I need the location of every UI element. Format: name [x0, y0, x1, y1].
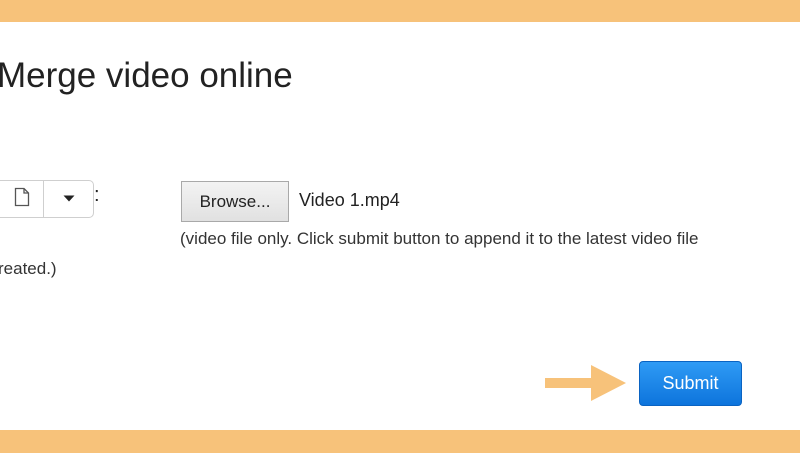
caret-down-icon — [63, 190, 75, 208]
bottom-frame-bar — [0, 430, 800, 453]
field-colon: : — [94, 184, 100, 206]
arrow-right-icon — [545, 364, 627, 407]
browse-button[interactable]: Browse... — [181, 181, 289, 222]
file-icon — [14, 187, 30, 212]
top-frame-bar — [0, 0, 800, 22]
source-selector[interactable] — [0, 180, 94, 218]
page-title: Merge video online — [0, 56, 293, 95]
source-dropdown-button[interactable] — [44, 181, 94, 217]
help-text-line-2: reated.) — [0, 259, 57, 278]
help-text-line-1: (video file only. Click submit button to… — [180, 229, 699, 248]
submit-button[interactable]: Submit — [639, 361, 742, 406]
file-source-button[interactable] — [1, 181, 43, 217]
selected-file-name: Video 1.mp4 — [299, 190, 400, 210]
